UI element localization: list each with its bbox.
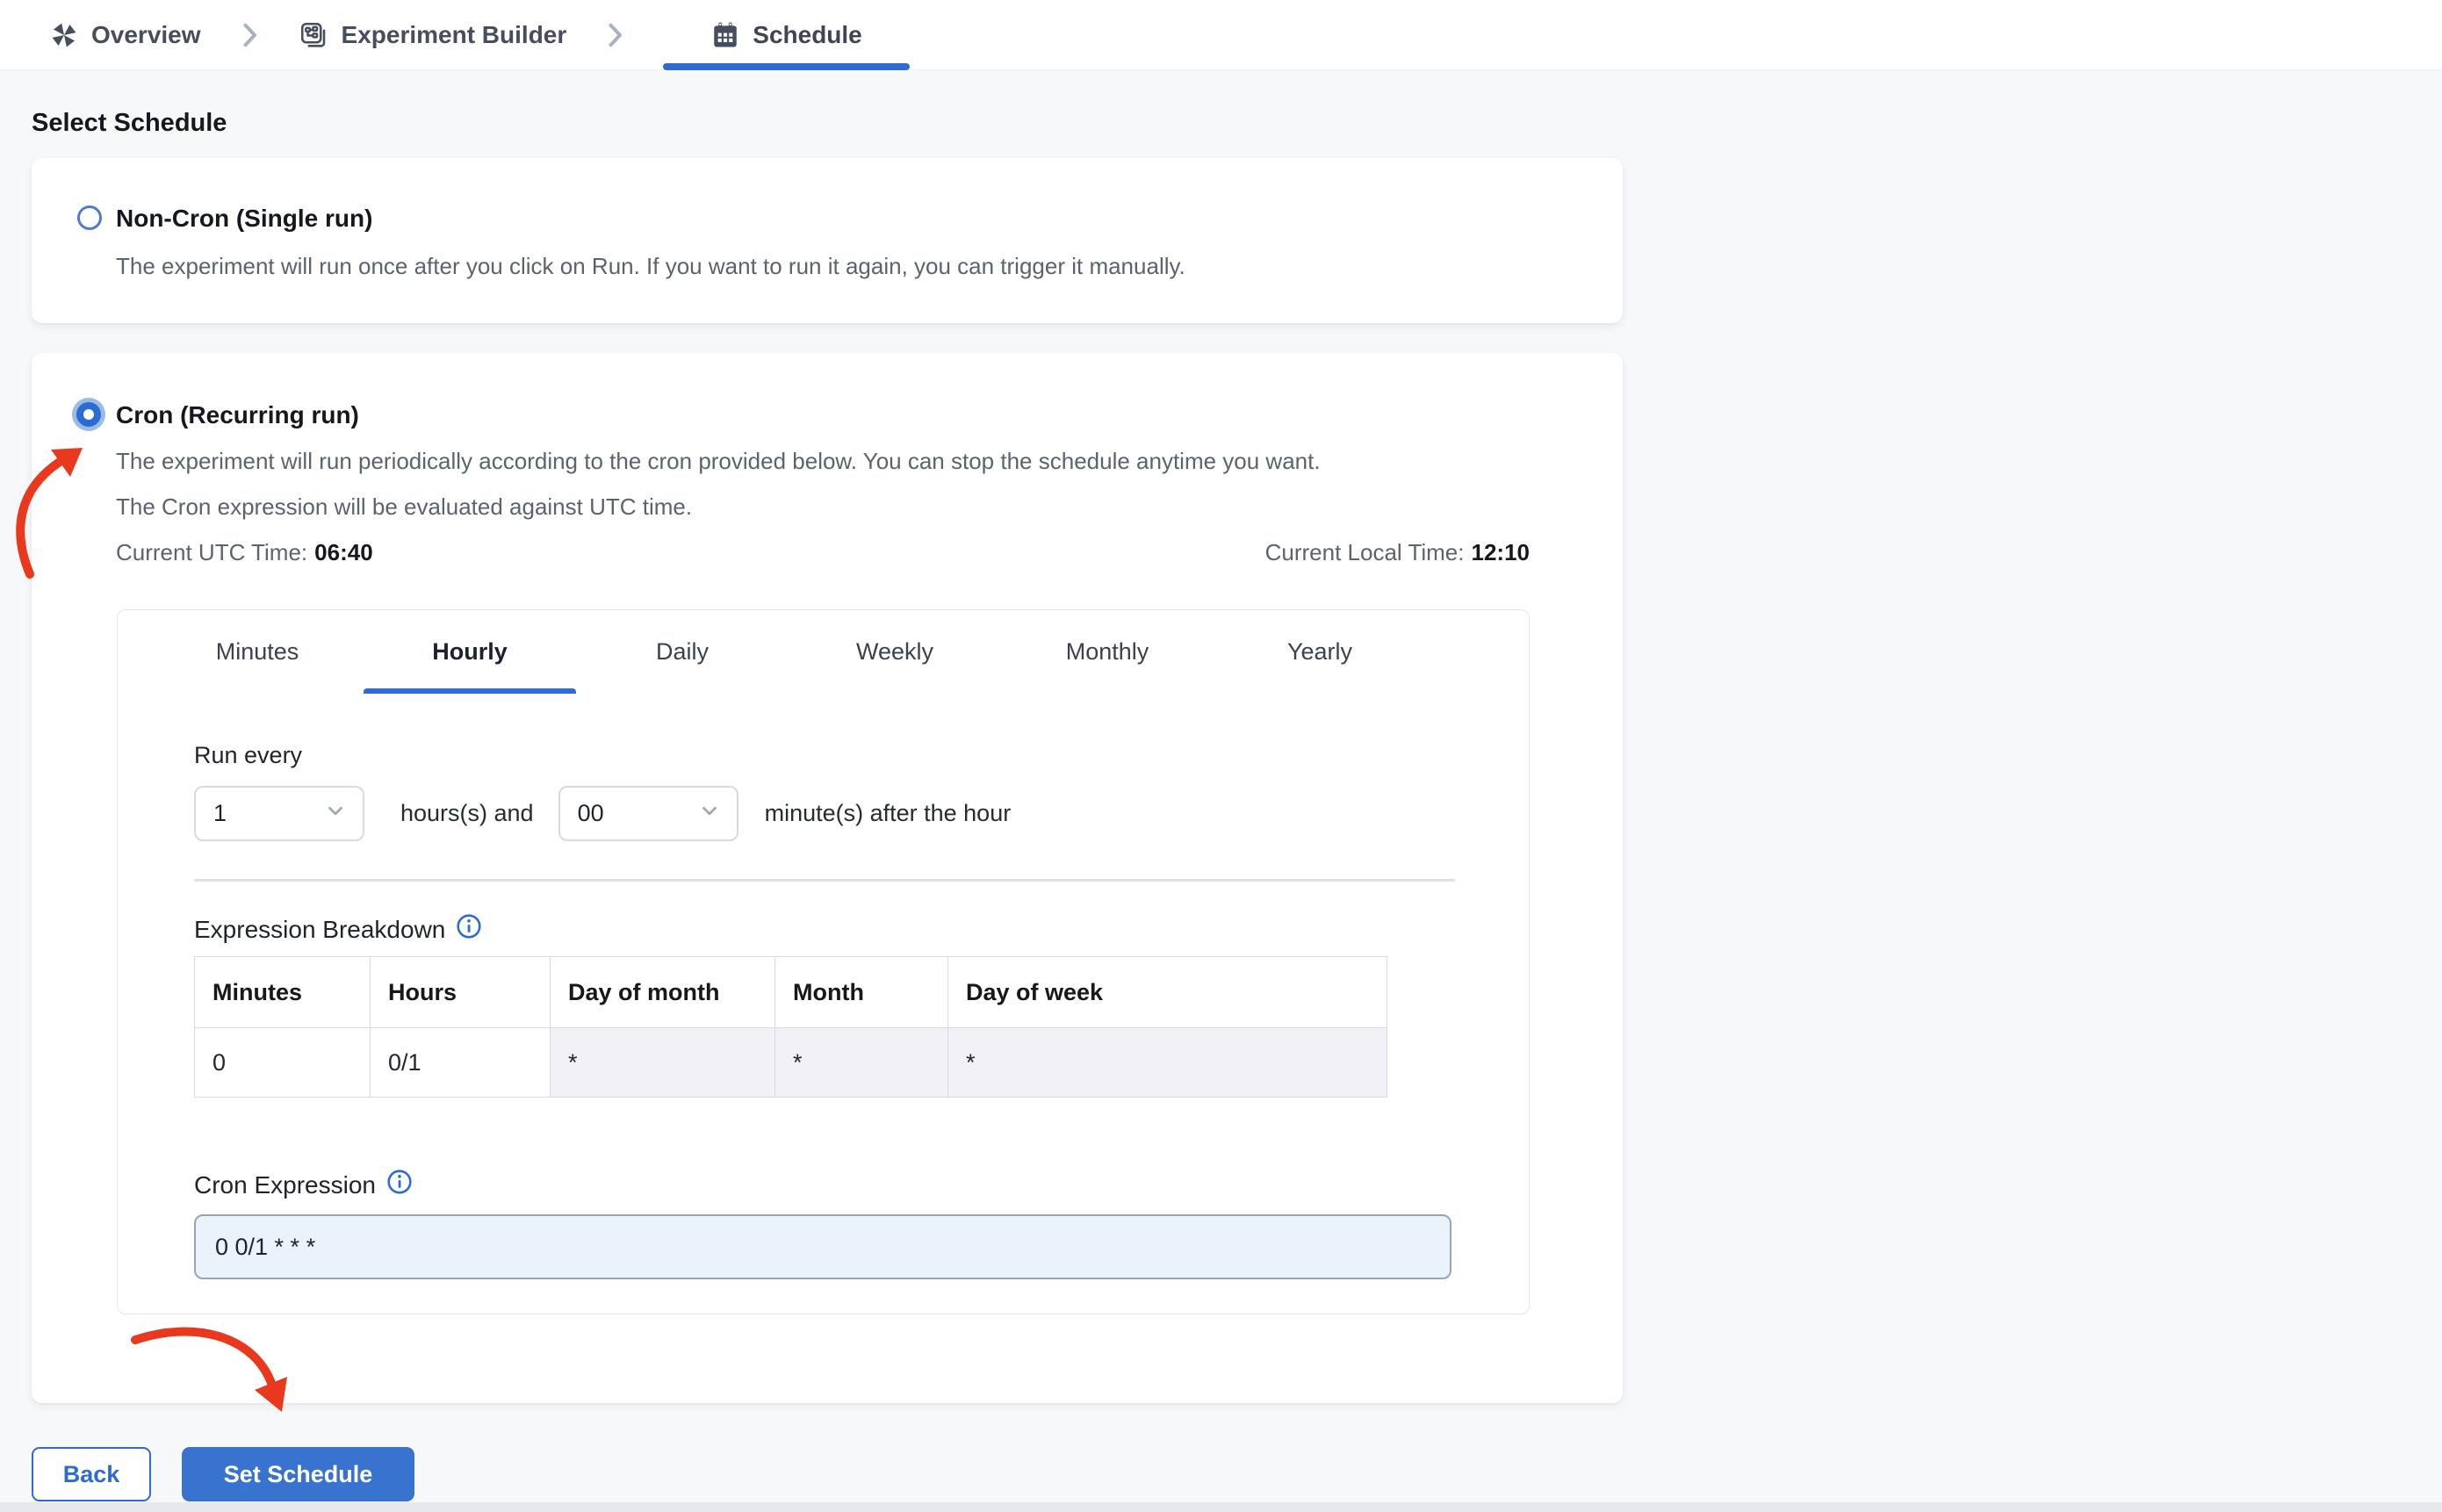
local-time-value: 12:10 (1471, 539, 1531, 565)
tab-yearly[interactable]: Yearly (1214, 610, 1426, 694)
chevron-right-icon (607, 22, 623, 48)
page-title: Select Schedule (32, 109, 227, 137)
breadcrumb-label-overview: Overview (91, 20, 201, 48)
cell-hours-value: 0/1 (370, 1027, 551, 1098)
cron-expression-input[interactable]: 0 0/1 * * * (194, 1214, 1452, 1279)
cell-day-of-week-value: * (947, 1027, 1387, 1098)
non-cron-radio[interactable] (77, 205, 102, 230)
experiment-builder-icon (298, 19, 329, 51)
cron-expression-header: Cron Expression (194, 1169, 413, 1201)
column-header-day-of-week: Day of week (947, 956, 1387, 1028)
non-cron-option-card: Non-Cron (Single run) The experiment wil… (32, 158, 1623, 323)
expression-breakdown-table: Minutes Hours Day of month Month Day of … (194, 956, 1387, 1098)
non-cron-description: The experiment will run once after you c… (116, 253, 1185, 279)
cron-title: Cron (Recurring run) (116, 401, 359, 428)
tab-monthly[interactable]: Monthly (1001, 610, 1214, 694)
breadcrumb-item-schedule[interactable]: Schedule (663, 0, 911, 70)
column-header-minutes: Minutes (194, 956, 371, 1028)
hours-suffix-label: hours(s) and (400, 800, 534, 826)
current-local-time: Current Local Time: 12:10 (1265, 538, 1530, 571)
info-icon[interactable] (386, 1169, 413, 1201)
breadcrumb-item-experiment-builder[interactable]: Experiment Builder (298, 0, 567, 70)
cell-month-value: * (774, 1027, 948, 1098)
utc-time-label: Current UTC Time: (116, 539, 308, 565)
chevron-down-icon (698, 799, 721, 828)
minutes-suffix-label: minute(s) after the hour (764, 800, 1012, 826)
cron-description-2: The Cron expression will be evaluated ag… (116, 493, 693, 520)
tab-minutes[interactable]: Minutes (151, 610, 364, 694)
cron-expression-label: Cron Expression (194, 1170, 376, 1199)
table-value-row: 0 0/1 * * * (194, 1027, 1387, 1098)
current-utc-time: Current UTC Time: 06:40 (116, 538, 373, 571)
minutes-select-value: 00 (577, 800, 604, 826)
cell-day-of-month-value: * (550, 1027, 775, 1098)
overview-icon (49, 20, 79, 50)
breadcrumb-label-experiment-builder: Experiment Builder (341, 20, 567, 48)
tab-daily[interactable]: Daily (576, 610, 789, 694)
run-every-label: Run every (194, 742, 303, 768)
back-button[interactable]: Back (32, 1447, 151, 1501)
divider (194, 879, 1455, 882)
hours-select[interactable]: 1 (194, 786, 364, 841)
utc-time-value: 06:40 (314, 539, 373, 565)
expression-breakdown-label: Expression Breakdown (194, 915, 446, 943)
set-schedule-button[interactable]: Set Schedule (182, 1447, 414, 1501)
column-header-day-of-month: Day of month (550, 956, 775, 1028)
local-time-label: Current Local Time: (1264, 539, 1465, 565)
hours-select-value: 1 (213, 800, 227, 826)
hourly-form-row: 1 hours(s) and 00 minute(s) after the ho… (194, 786, 1011, 841)
expression-breakdown-header: Expression Breakdown (194, 913, 482, 946)
cron-option-card: Cron (Recurring run) The experiment will… (32, 353, 1623, 1403)
bottom-strip (0, 1502, 2442, 1512)
tab-hourly[interactable]: Hourly (364, 610, 576, 694)
tab-weekly[interactable]: Weekly (789, 610, 1001, 694)
non-cron-title: Non-Cron (Single run) (116, 205, 373, 232)
table-header-row: Minutes Hours Day of month Month Day of … (194, 956, 1387, 1028)
info-icon[interactable] (456, 913, 482, 946)
schedule-page: { "breadcrumb": { "overview": "Overview"… (0, 0, 2442, 1512)
cron-description-1: The experiment will run periodically acc… (116, 448, 1321, 474)
breadcrumb: Overview Experiment Builder Schedule (0, 0, 2442, 70)
breadcrumb-label-schedule: Schedule (753, 20, 862, 48)
column-header-hours: Hours (370, 956, 551, 1028)
minutes-select[interactable]: 00 (558, 786, 738, 841)
schedule-tabs: Minutes Hourly Daily Weekly Monthly Year… (151, 610, 1426, 694)
cell-minutes-value: 0 (194, 1027, 371, 1098)
chevron-right-icon (241, 22, 257, 48)
column-header-month: Month (774, 956, 948, 1028)
chevron-down-icon (324, 799, 347, 828)
cron-radio[interactable] (76, 402, 101, 427)
calendar-icon (710, 20, 740, 50)
cron-scheduler-panel: Minutes Hourly Daily Weekly Monthly Year… (117, 609, 1530, 1314)
breadcrumb-item-overview[interactable]: Overview (49, 0, 201, 70)
